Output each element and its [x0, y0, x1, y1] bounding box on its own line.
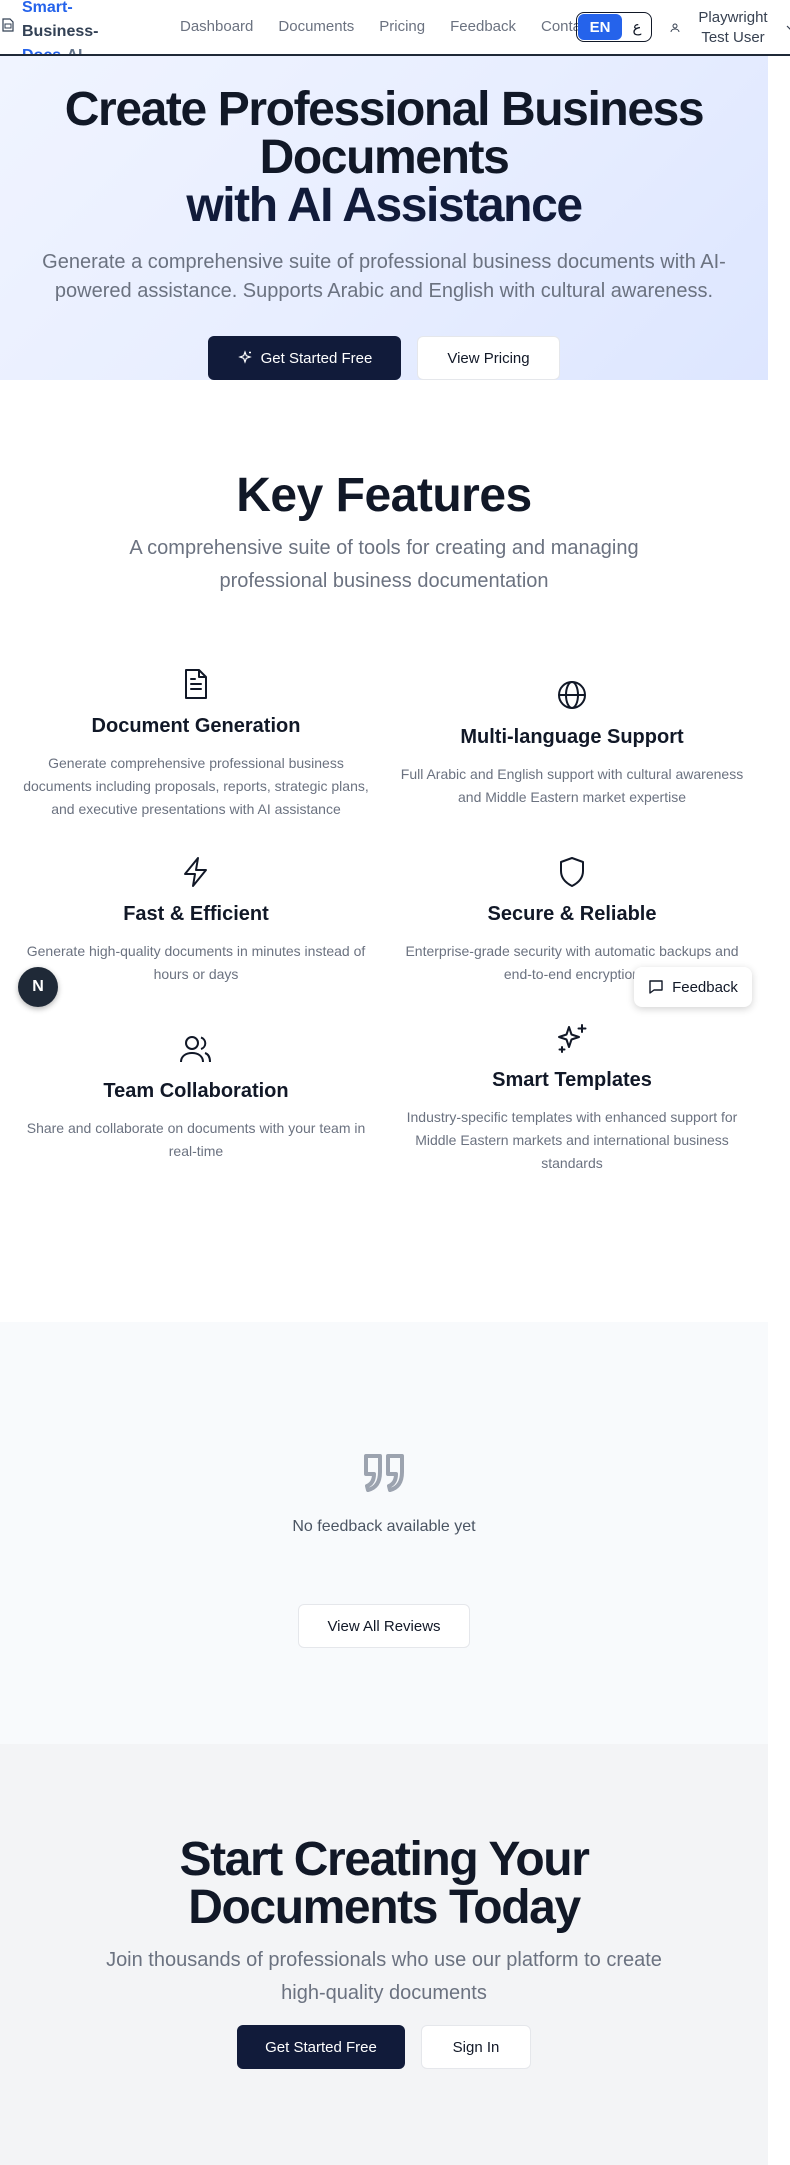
logo-text: Smart- Business- Docs-AI [22, 0, 99, 56]
feature-name: Document Generation [91, 715, 301, 737]
no-feedback-text: No feedback available yet [292, 1518, 476, 1535]
user-name: Playwright Test User [698, 9, 768, 46]
hero-title: Create Professional Business Documents w… [0, 86, 768, 230]
get-started-button[interactable]: Get Started Free [208, 336, 401, 380]
quote-icon [364, 1454, 404, 1492]
top-navbar: Smart- Business- Docs-AI Dashboard Docum… [0, 0, 790, 56]
reviews-section: No feedback available yet View All Revie… [0, 1322, 768, 1744]
nav-documents[interactable]: Documents [278, 18, 354, 35]
view-pricing-label: View Pricing [447, 349, 530, 367]
feature-desc: Generate comprehensive professional busi… [23, 755, 369, 817]
feature-desc: Full Arabic and English support with cul… [400, 766, 744, 805]
message-square-icon [649, 980, 663, 994]
feature-desc: Industry-specific templates with enhance… [406, 1109, 738, 1171]
features-subtitle: A comprehensive suite of tools for creat… [129, 537, 639, 592]
nextjs-dev-badge[interactable]: N [18, 967, 58, 1007]
hero-subtitle: Generate a comprehensive suite of profes… [42, 251, 726, 302]
feature-card-document-generation: Document Generation Generate comprehensi… [21, 668, 371, 821]
feature-card-team-collaboration: Team Collaboration Share and collaborate… [21, 1033, 371, 1163]
feature-card-smart-templates: Smart Templates Industry-specific templa… [397, 1022, 747, 1175]
sparkles-icon [237, 350, 252, 364]
hero-title-line2: with AI Assistance [186, 179, 583, 232]
feature-desc: Generate high-quality documents in minut… [26, 943, 366, 982]
hero-section: Create Professional Business Documents w… [0, 56, 768, 380]
sign-in-label: Sign In [452, 2038, 500, 2056]
view-all-reviews-button[interactable]: View All Reviews [298, 1604, 470, 1648]
users-icon [180, 1036, 211, 1063]
file-text-icon [185, 669, 207, 699]
sign-in-button[interactable]: Sign In [421, 2025, 531, 2069]
lang-ar-button[interactable]: ع [623, 13, 651, 41]
feature-card-multi-language: Multi-language Support Full Arabic and E… [397, 679, 747, 809]
shield-icon [560, 857, 584, 887]
cta-title: Start Creating Your Documents Today [179, 1833, 589, 1934]
view-all-reviews-label: View All Reviews [327, 1617, 441, 1635]
chevron-down-icon [786, 25, 790, 30]
feature-name: Fast & Efficient [123, 903, 269, 925]
nav-feedback[interactable]: Feedback [450, 18, 516, 35]
hero-title-line1: Create Professional Business Documents [64, 83, 705, 184]
user-menu[interactable]: Playwright Test User [670, 8, 790, 48]
nav-dashboard[interactable]: Dashboard [180, 18, 253, 35]
feature-name: Team Collaboration [103, 1080, 289, 1102]
language-toggle: EN ع [576, 12, 652, 42]
main-nav: Dashboard Documents Pricing Feedback Con… [180, 18, 593, 35]
features-title: Key Features [236, 469, 532, 522]
feature-name: Multi-language Support [460, 726, 684, 748]
cta-get-started-label: Get Started Free [265, 2038, 377, 2056]
feature-desc: Share and collaborate on documents with … [26, 1120, 366, 1159]
cta-subtitle: Join thousands of professionals who use … [106, 1949, 662, 2004]
feedback-label: Feedback [672, 978, 738, 996]
get-started-label: Get Started Free [260, 349, 373, 367]
feature-name: Smart Templates [492, 1069, 652, 1091]
cta-section: Start Creating Your Documents Today Join… [0, 1744, 768, 2165]
logo[interactable]: Smart- Business- Docs-AI [2, 0, 112, 56]
nav-pricing[interactable]: Pricing [379, 18, 425, 35]
lang-en-button[interactable]: EN [578, 14, 622, 40]
zap-icon [184, 857, 207, 887]
file-icon [2, 18, 14, 32]
view-pricing-button[interactable]: View Pricing [417, 336, 560, 380]
feature-name: Secure & Reliable [487, 903, 657, 925]
user-icon [670, 23, 680, 33]
cta-get-started-button[interactable]: Get Started Free [237, 2025, 405, 2069]
globe-icon [558, 681, 586, 709]
sparkles-icon [558, 1024, 587, 1053]
floating-feedback-button[interactable]: Feedback [634, 967, 752, 1007]
feature-card-fast-efficient: Fast & Efficient Generate high-quality d… [21, 856, 371, 986]
